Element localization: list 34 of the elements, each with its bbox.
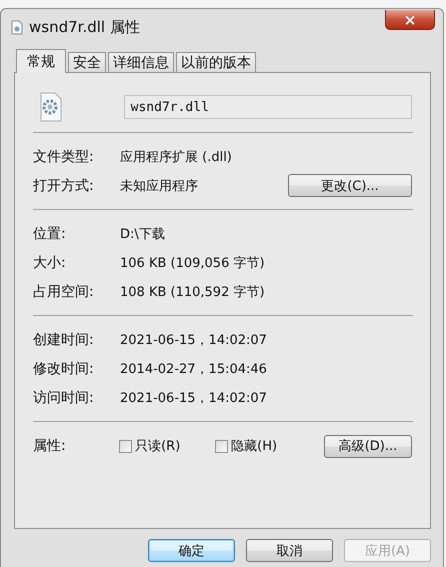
tab[interactable]: 以前的版本	[176, 52, 256, 72]
dialog-button[interactable]: 确定	[148, 539, 235, 562]
property-value: 未知应用程序	[120, 178, 199, 194]
property-label: 位置:	[33, 224, 67, 242]
property-label: 属性:	[33, 437, 67, 455]
tab[interactable]: 常规	[16, 49, 66, 73]
advanced-button[interactable]: 高级(D)...	[324, 434, 412, 458]
property-label: 修改时间:	[33, 360, 95, 378]
file-name-field[interactable]: wsnd7r.dll	[124, 95, 412, 119]
property-label: 文件类型:	[33, 148, 95, 166]
checkbox-label[interactable]: 隐藏(H)	[231, 437, 278, 455]
property-label: 占用空间:	[33, 282, 95, 300]
property-value: D:\下载	[120, 226, 166, 242]
file-gear-icon	[39, 92, 63, 122]
dialog-button[interactable]: 取消	[246, 539, 333, 562]
checkbox-label[interactable]: 只读(R)	[135, 437, 180, 455]
change-button[interactable]: 更改(C)...	[288, 174, 412, 197]
property-value: 2021-06-15，14:02:07	[120, 390, 268, 406]
property-value: 应用程序扩展 (.dll)	[120, 148, 233, 166]
close-button[interactable]: ×	[385, 10, 435, 30]
property-label: 打开方式:	[33, 176, 95, 194]
property-value: 2021-06-15，14:02:07	[120, 332, 268, 348]
property-label: 访问时间:	[33, 388, 95, 406]
window-title: wsnd7r.dll 属性	[29, 18, 140, 36]
file-icon	[11, 20, 23, 34]
checkbox[interactable]	[215, 440, 228, 452]
property-value: 106 KB (109,056 字节)	[120, 254, 266, 272]
property-value: 108 KB (110,592 字节)	[120, 284, 266, 300]
property-label: 大小:	[33, 254, 67, 272]
property-value: 2014-02-27，15:04:46	[120, 360, 268, 378]
tab[interactable]: 安全	[68, 52, 106, 72]
tab[interactable]: 详细信息	[108, 52, 174, 72]
property-label: 创建时间:	[33, 330, 95, 348]
checkbox[interactable]	[119, 440, 132, 452]
